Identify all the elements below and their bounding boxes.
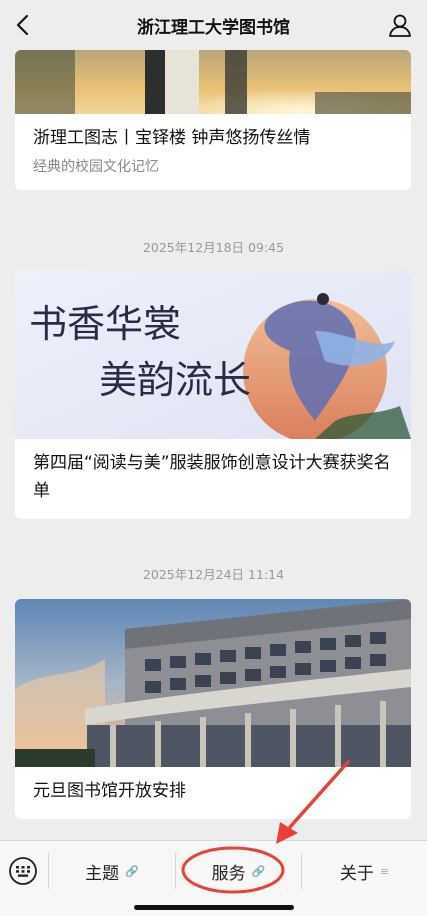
menu-item-service[interactable]: 服务 🔗 — [176, 841, 301, 901]
article-title[interactable]: 元旦图书馆开放安排 — [33, 777, 393, 805]
article-card[interactable]: 浙理工图志丨宝铎楼 钟声悠扬传丝情 经典的校园文化记忆 — [15, 50, 411, 190]
keyboard-icon[interactable] — [8, 856, 38, 886]
article-cover-image — [15, 50, 411, 114]
article-cover-image — [15, 599, 411, 767]
banner-text-line2: 美韵流长 — [99, 358, 251, 402]
link-icon: 🔗 — [125, 864, 139, 878]
article-title[interactable]: 浙理工图志丨宝铎楼 钟声悠扬传丝情 — [33, 124, 393, 152]
menu-item-theme[interactable]: 主题 🔗 — [49, 841, 175, 901]
article-feed[interactable]: 浙理工图志丨宝铎楼 钟声悠扬传丝情 经典的校园文化记忆 2025年12月18日 … — [0, 50, 427, 840]
user-icon[interactable] — [387, 12, 413, 38]
article-title[interactable]: 第四届“阅读与美”服装服饰创意设计大赛获奖名单 — [33, 449, 393, 505]
home-indicator — [134, 905, 294, 910]
top-nav-bar: 浙江理工大学图书馆 — [0, 0, 427, 50]
publish-timestamp: 2025年12月18日 09:45 — [142, 240, 285, 255]
back-chevron-icon[interactable] — [12, 12, 36, 38]
article-subtitle: 经典的校园文化记忆 — [33, 159, 159, 175]
publish-timestamp: 2025年12月24日 11:14 — [142, 567, 285, 582]
article-card[interactable]: 元旦图书馆开放安排 — [15, 599, 411, 819]
menu-item-label: 主题 — [85, 863, 120, 884]
list-icon: ≡ — [379, 864, 390, 878]
menu-item-label: 关于 — [339, 863, 374, 884]
link-icon: 🔗 — [251, 864, 266, 878]
article-card[interactable]: 书香华裳 美韵流长 第四届“阅读与美”服装服饰创意设计大赛获奖名单 — [15, 271, 411, 519]
menu-item-label: 服务 — [211, 863, 246, 884]
article-cover-image: 书香华裳 美韵流长 — [15, 271, 411, 439]
page-title: 浙江理工大学图书馆 — [137, 17, 290, 38]
banner-text-line1: 书香华裳 — [29, 302, 181, 346]
menu-item-about[interactable]: 关于 ≡ — [302, 841, 427, 901]
